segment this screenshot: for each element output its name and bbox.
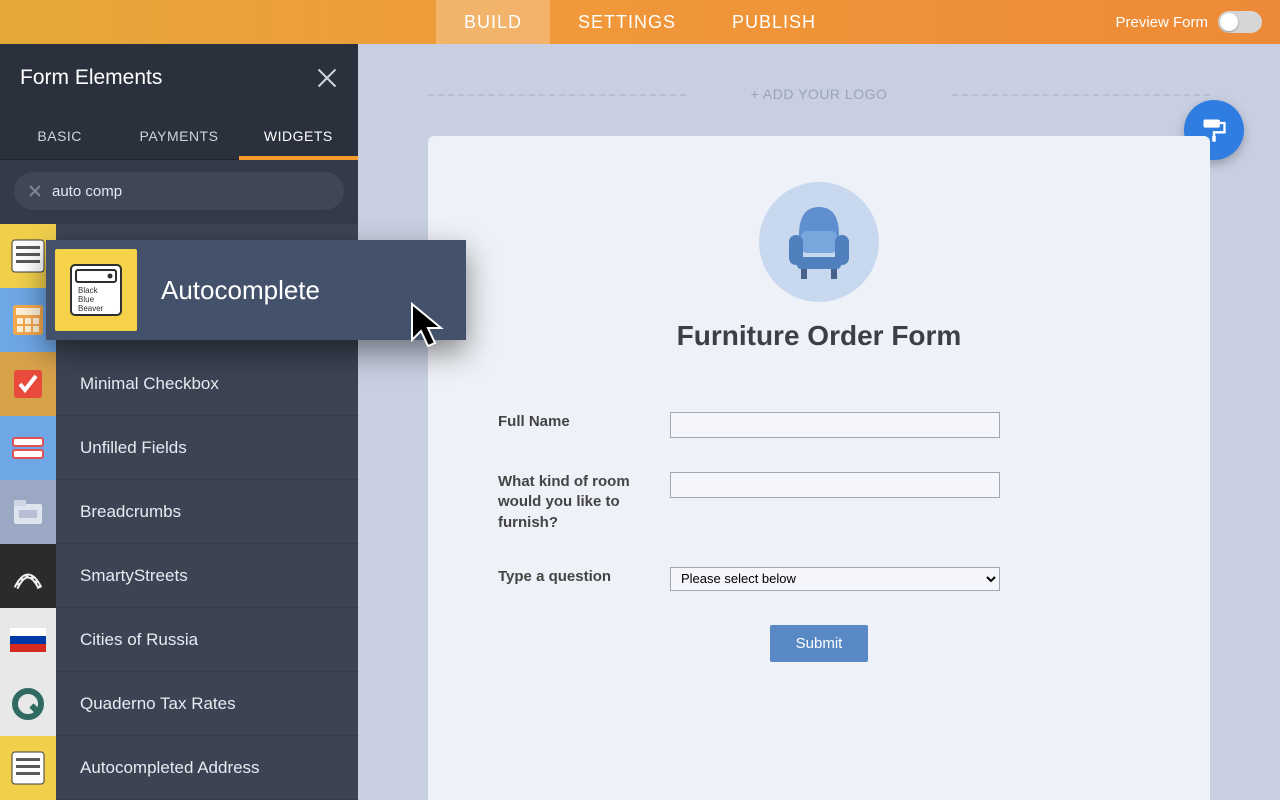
strip-tile-smartystreets[interactable] [0,544,56,608]
strip-tile-breadcrumbs[interactable] [0,480,56,544]
widget-item-label: Quaderno Tax Rates [80,694,236,714]
clear-search-icon[interactable] [28,184,42,198]
widget-item-label: Unfilled Fields [80,438,187,458]
q-icon [10,686,46,722]
field-question: Type a question Please select below [498,567,1140,591]
question-select[interactable]: Please select below [670,567,1000,591]
widget-item-smartystreets[interactable]: SmartyStreets [56,544,358,608]
widget-item-label: Minimal Checkbox [80,374,219,394]
canvas: + ADD YOUR LOGO Furniture Order Form Ful… [358,44,1280,800]
form-card: Furniture Order Form Full Name What kind… [428,136,1210,800]
dragged-widget-label: Autocomplete [161,275,320,306]
tab-publish-label: PUBLISH [732,12,816,33]
folder-icon [10,494,46,530]
submit-button-label: Submit [796,635,843,652]
preview-form-toggle-group: Preview Form [1115,0,1262,44]
tab-settings-label: SETTINGS [578,12,676,33]
svg-text:Beaver: Beaver [78,304,104,313]
sidebar-tab-payments[interactable]: PAYMENTS [119,112,238,159]
top-bar: BUILD SETTINGS PUBLISH Preview Form [0,0,1280,44]
armchair-icon [779,199,859,285]
widget-item-cities-of-russia[interactable]: Cities of Russia [56,608,358,672]
widget-item-label: Autocompleted Address [80,758,260,778]
search-input[interactable] [52,183,330,200]
preview-form-label: Preview Form [1115,14,1208,31]
strip-tile-unfilled[interactable] [0,416,56,480]
checkbox-icon [10,366,46,402]
list-icon [10,238,46,274]
widget-item-label: Cities of Russia [80,630,198,650]
sidebar-header: Form Elements [0,44,358,112]
mouse-cursor-icon [408,302,450,352]
tab-settings[interactable]: SETTINGS [550,0,704,44]
widget-item-autocompleted-address[interactable]: Autocompleted Address [56,736,358,800]
preview-form-toggle[interactable] [1218,11,1262,33]
field-fullname-label: Full Name [498,412,670,432]
strip-tile-russia[interactable] [0,608,56,672]
field-room: What kind of room would you like to furn… [498,472,1140,533]
widget-item-quaderno[interactable]: Quaderno Tax Rates [56,672,358,736]
sidebar-title: Form Elements [20,66,162,90]
sidebar-tab-basic-label: BASIC [37,128,82,144]
svg-text:Blue: Blue [78,295,95,304]
tab-build-label: BUILD [464,12,522,33]
flag-russia-icon [10,628,46,652]
strip-tile-autocompleted-address[interactable] [0,736,56,800]
submit-button[interactable]: Submit [770,625,869,662]
close-icon[interactable] [316,67,338,89]
sidebar-tab-basic[interactable]: BASIC [0,112,119,159]
strip-tile-quaderno[interactable] [0,672,56,736]
widget-item-label: SmartyStreets [80,566,188,586]
sidebar: Form Elements BASIC PAYMENTS WIDGETS [0,44,358,800]
top-nav: BUILD SETTINGS PUBLISH [436,0,844,44]
field-fullname: Full Name [498,412,1140,438]
form-title: Furniture Order Form [498,320,1140,352]
autocomplete-thumb-icon: Black Blue Beaver [68,262,124,318]
sidebar-tab-payments-label: PAYMENTS [140,128,219,144]
fullname-input[interactable] [670,412,1000,438]
submit-row: Submit [498,625,1140,662]
search-field[interactable] [14,172,344,210]
add-logo-label: + ADD YOUR LOGO [751,86,888,102]
svg-text:Black: Black [78,286,99,295]
widget-item-label: Breadcrumbs [80,502,181,522]
add-logo-button[interactable]: + ADD YOUR LOGO [428,86,1210,102]
sidebar-tabs: BASIC PAYMENTS WIDGETS [0,112,358,160]
fields-icon [10,430,46,466]
form-logo [759,182,879,302]
room-input[interactable] [670,472,1000,498]
road-icon [10,558,46,594]
sidebar-tab-widgets[interactable]: WIDGETS [239,112,358,159]
sidebar-tab-widgets-label: WIDGETS [264,128,333,144]
widget-item-breadcrumbs[interactable]: Breadcrumbs [56,480,358,544]
address-list-icon [10,750,46,786]
tab-build[interactable]: BUILD [436,0,550,44]
field-question-label: Type a question [498,567,670,587]
search-wrap [0,160,358,222]
dragged-widget-card[interactable]: Black Blue Beaver Autocomplete [46,240,466,340]
widget-item-unfilled-fields[interactable]: Unfilled Fields [56,416,358,480]
widget-item-minimal-checkbox[interactable]: Minimal Checkbox [56,352,358,416]
dragged-widget-thumb: Black Blue Beaver [55,249,137,331]
calculator-icon [10,302,46,338]
tab-publish[interactable]: PUBLISH [704,0,844,44]
strip-tile-checkbox[interactable] [0,352,56,416]
field-room-label: What kind of room would you like to furn… [498,472,670,533]
